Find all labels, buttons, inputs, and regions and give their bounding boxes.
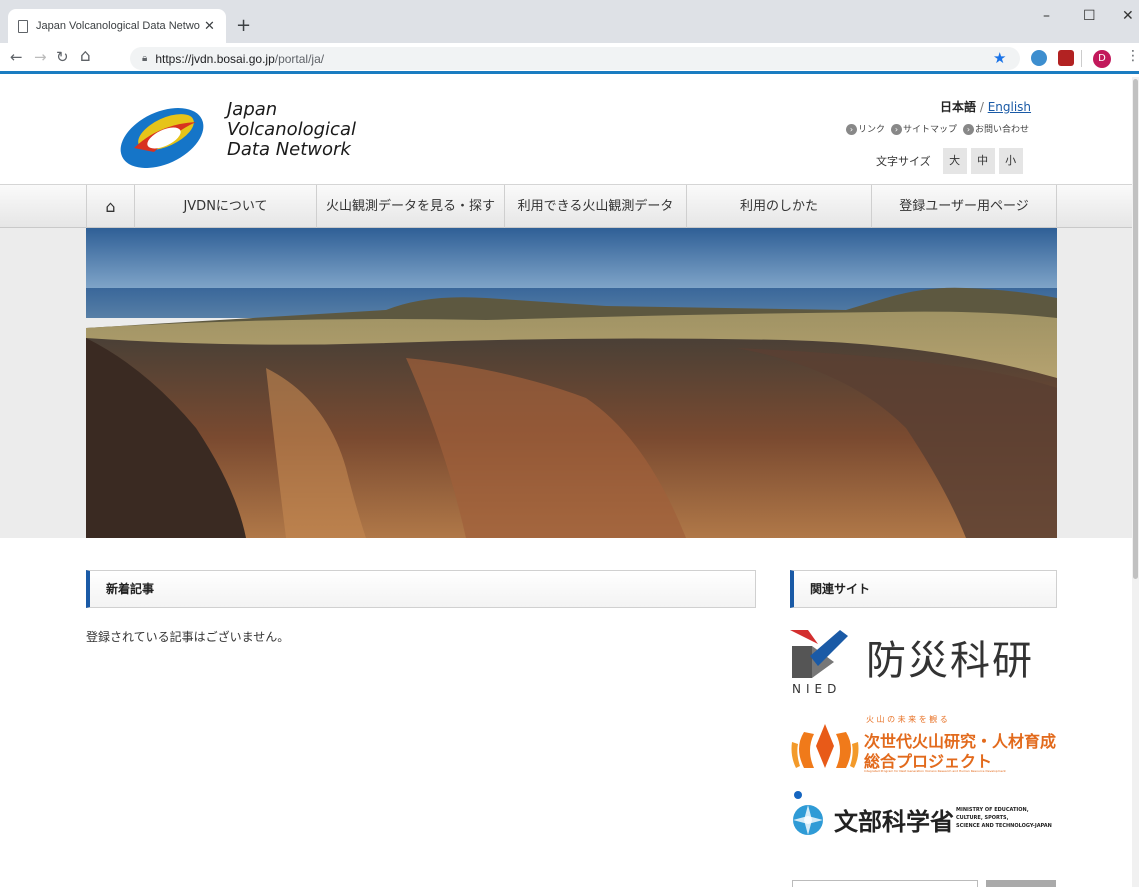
logo-line-1: Japan	[227, 99, 278, 120]
mext-en-line-1: MINISTRY OF EDUCATION,	[956, 807, 1029, 813]
maximize-icon[interactable]: ☐	[1083, 8, 1096, 24]
page-scrollbar[interactable]	[1132, 77, 1139, 887]
font-size-label: 文字サイズ	[876, 155, 931, 168]
font-size-switch: 文字サイズ 大 中 小	[876, 148, 1023, 174]
no-articles-message: 登録されている記事はございません。	[86, 630, 290, 644]
reload-icon[interactable]: ↻	[56, 48, 69, 66]
arrow-icon: ›	[846, 124, 857, 135]
menu-icon[interactable]: ⋮	[1126, 48, 1139, 64]
mext-banner[interactable]: 文部科学省 MINISTRY OF EDUCATION, CULTURE, SP…	[790, 790, 1057, 846]
pdf-extension-icon[interactable]	[1058, 50, 1074, 66]
home-icon: ⌂	[105, 197, 116, 216]
page-icon	[18, 19, 28, 33]
new-tab-icon[interactable]: +	[236, 15, 251, 36]
mext-english: MINISTRY OF EDUCATION, CULTURE, SPORTS, …	[956, 806, 1052, 830]
url-host: https://jvdn.bosai.go.jp	[155, 51, 275, 66]
nav-view-data[interactable]: 火山観測データを見る・探す	[316, 185, 504, 228]
volcano-crater-photo	[86, 228, 1057, 538]
language-switch: 日本語 / English	[940, 98, 1031, 115]
close-tab-icon[interactable]: ✕	[204, 19, 215, 34]
link-contact[interactable]: › お問い合わせ	[963, 122, 1029, 135]
nav-about[interactable]: JVDNについて	[134, 185, 316, 228]
nav-available-data[interactable]: 利用できる火山観測データ	[504, 185, 686, 228]
nied-banner[interactable]: NIED 防災科研	[790, 622, 1057, 698]
scrollbar-thumb[interactable]	[1133, 79, 1138, 579]
nied-text: 防災科研	[866, 638, 1034, 684]
main-nav: ⌂ JVDNについて 火山観測データを見る・探す 利用できる火山観測データ 利用…	[0, 184, 1139, 228]
project-tagline: 火 山 の 未 来 を 観 る	[866, 715, 948, 724]
project-en: Integrated Program for Next Generation V…	[864, 769, 1006, 773]
lang-english-link[interactable]: English	[988, 100, 1031, 114]
arrow-icon: ›	[891, 124, 903, 135]
profile-avatar[interactable]: D	[1093, 50, 1111, 68]
hero-volcano-image	[86, 228, 1057, 538]
url-field[interactable]: 🔒︎ https://jvdn.bosai.go.jp/portal/ja/	[130, 47, 1020, 70]
extension-icon[interactable]	[1031, 50, 1047, 66]
news-section-header: 新着記事	[86, 570, 756, 608]
nied-sub: NIED	[792, 682, 842, 696]
bookmark-star-icon[interactable]: ★	[993, 49, 1006, 67]
browser-tab-bar: Japan Volcanological Data Network ✕ + – …	[0, 0, 1139, 43]
mext-text: 文部科学省	[834, 808, 954, 836]
url-path: /portal/ja/	[274, 51, 325, 66]
util-link-label: サイトマップ	[903, 125, 958, 135]
logo-line-2: Volcanological	[227, 119, 356, 140]
minimize-icon[interactable]: –	[1043, 8, 1050, 24]
link-links[interactable]: › リンク	[846, 122, 885, 135]
jvdn-logo-icon	[120, 107, 204, 168]
mext-en-line-2: CULTURE, SPORTS,	[956, 815, 1009, 821]
mext-en-line-3: SCIENCE AND TECHNOLOGY-JAPAN	[956, 823, 1052, 829]
back-icon[interactable]: ←	[10, 48, 23, 66]
nav-home[interactable]: ⌂	[86, 185, 134, 228]
close-window-icon[interactable]: ✕	[1122, 8, 1134, 24]
search-button[interactable]	[986, 880, 1056, 887]
nav-registered-users[interactable]: 登録ユーザー用ページ	[871, 185, 1057, 228]
browser-tab[interactable]: Japan Volcanological Data Network ✕	[8, 9, 226, 43]
project-logo-icon	[791, 724, 859, 768]
lang-japanese[interactable]: 日本語	[940, 100, 976, 114]
logo-line-3: Data Network	[227, 139, 351, 160]
forward-icon[interactable]: →	[34, 48, 47, 66]
link-sitemap[interactable]: › サイトマップ	[891, 122, 957, 135]
toolbar-divider	[1081, 50, 1082, 67]
lang-separator: /	[976, 100, 988, 114]
site-logo[interactable]: Japan Volcanological Data Network	[114, 98, 356, 170]
nied-logo-icon	[790, 630, 848, 678]
lock-icon: 🔒︎	[142, 53, 148, 64]
util-link-label: お問い合わせ	[975, 125, 1030, 135]
search-input[interactable]	[792, 880, 978, 887]
tab-title: Japan Volcanological Data Network	[36, 20, 200, 32]
font-size-small-button[interactable]: 小	[998, 148, 1023, 174]
nav-how-to-use[interactable]: 利用のしかた	[686, 185, 871, 228]
address-bar: ← → ↻ ⌂ 🔒︎ https://jvdn.bosai.go.jp/port…	[0, 43, 1139, 74]
font-size-medium-button[interactable]: 中	[970, 148, 995, 174]
font-size-large-button[interactable]: 大	[942, 148, 967, 174]
mext-logo-icon	[793, 791, 823, 835]
utility-links: › リンク › サイトマップ › お問い合わせ	[846, 122, 1029, 135]
logo-text: Japan Volcanological Data Network	[227, 100, 356, 160]
home-button-icon[interactable]: ⌂	[80, 46, 91, 66]
related-sites-header: 関連サイト	[790, 570, 1057, 608]
util-link-label: リンク	[858, 125, 886, 135]
volcano-project-banner[interactable]: 火 山 の 未 来 を 観 る 次世代火山研究・人材育成 総合プロジェクト In…	[790, 712, 1057, 776]
arrow-icon: ›	[963, 124, 975, 135]
